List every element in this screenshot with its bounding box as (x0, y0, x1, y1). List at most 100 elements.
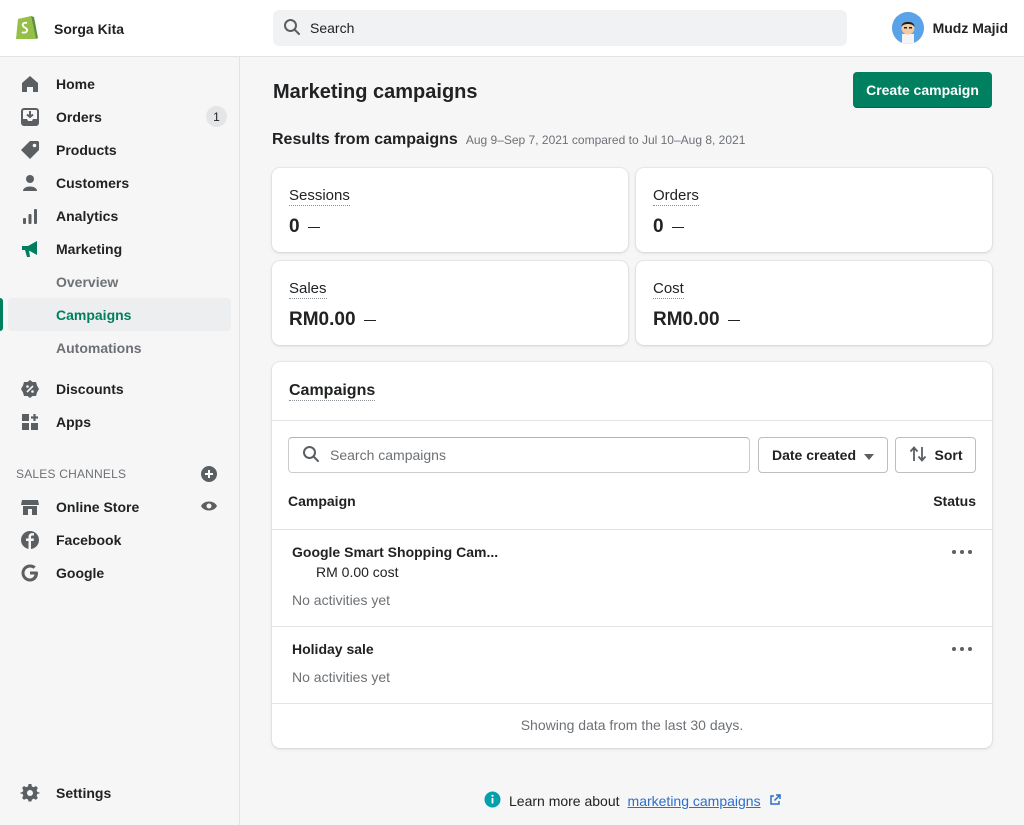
metric-card-sales: Sales RM0.00 (272, 261, 628, 345)
sidebar-item-label: Home (56, 75, 95, 92)
sidebar-item-label: Analytics (56, 207, 119, 224)
metric-label[interactable]: Sales (289, 280, 327, 299)
tag-icon (20, 140, 40, 160)
info-icon (484, 791, 501, 811)
add-sales-channel-button[interactable] (200, 465, 218, 483)
metric-value: RM0.00 (653, 309, 740, 331)
store-icon (20, 497, 40, 517)
google-icon (20, 563, 40, 583)
sidebar-item-google[interactable]: Google (0, 556, 240, 589)
sidebar-item-analytics[interactable]: Analytics (0, 199, 240, 232)
sidebar-item-overview[interactable]: Overview (0, 265, 240, 298)
divider (272, 703, 992, 704)
marketing-campaigns-link[interactable]: marketing campaigns (628, 793, 761, 809)
results-date-range: Aug 9–Sep 7, 2021 compared to Jul 10–Aug… (465, 133, 746, 147)
sidebar-item-apps[interactable]: Apps (0, 405, 240, 438)
global-search-input[interactable]: Search (273, 10, 847, 46)
sidebar-item-products[interactable]: Products (0, 133, 240, 166)
sidebar-item-label: Apps (56, 413, 91, 430)
metric-label[interactable]: Cost (653, 280, 684, 299)
sort-button[interactable]: Sort (895, 437, 976, 473)
sidebar-item-orders[interactable]: Orders 1 (0, 100, 240, 133)
no-change-dash (727, 319, 740, 321)
view-store-eye-icon[interactable] (200, 497, 218, 515)
sidebar-item-label: Products (56, 141, 117, 158)
sales-channels-heading: SALES CHANNELS (16, 467, 127, 481)
metric-card-orders: Orders 0 (636, 168, 992, 252)
sidebar: Home Orders 1 Products Customers Analyti… (0, 57, 240, 825)
sidebar-item-facebook[interactable]: Facebook (0, 523, 240, 556)
sidebar-item-label: Online Store (56, 498, 140, 515)
search-campaigns-input[interactable]: Search campaigns (288, 437, 750, 473)
sidebar-item-discounts[interactable]: Discounts (0, 372, 240, 405)
sidebar-item-campaigns[interactable]: Campaigns (8, 298, 231, 331)
caret-down-icon (864, 447, 875, 463)
megaphone-icon (20, 239, 40, 259)
discount-icon (20, 379, 40, 399)
plus-circle-icon (201, 466, 217, 482)
search-placeholder: Search (310, 20, 355, 36)
campaign-cost: RM 0.00 cost (316, 564, 399, 580)
store-switcher[interactable]: Sorga Kita (14, 12, 124, 45)
campaigns-title[interactable]: Campaigns (289, 382, 376, 401)
external-link-icon[interactable] (769, 793, 781, 809)
sidebar-item-label: Customers (56, 174, 130, 191)
sidebar-item-home[interactable]: Home (0, 67, 240, 100)
more-actions-icon[interactable] (952, 643, 972, 655)
search-icon (283, 18, 301, 39)
facebook-icon (20, 530, 40, 550)
campaign-name[interactable]: Holiday sale (292, 641, 374, 657)
metric-label[interactable]: Sessions (289, 187, 350, 206)
sidebar-item-label: Overview (56, 273, 119, 290)
no-change-dash (671, 226, 684, 228)
apps-grid-icon (20, 412, 40, 432)
active-indicator (0, 298, 3, 331)
sidebar-item-label: Automations (56, 339, 142, 356)
sidebar-item-automations[interactable]: Automations (0, 331, 240, 364)
metric-value: RM0.00 (289, 309, 376, 331)
metric-number: 0 (289, 216, 300, 237)
metric-card-sessions: Sessions 0 (272, 168, 628, 252)
orders-count-badge: 1 (206, 106, 227, 127)
date-filter-label: Date created (771, 447, 857, 463)
search-campaigns-placeholder: Search campaigns (330, 447, 446, 463)
divider (272, 626, 992, 627)
metric-number: 0 (653, 216, 664, 237)
user-name: Mudz Majid (932, 20, 1008, 36)
metric-label[interactable]: Orders (653, 187, 699, 206)
sidebar-item-label: Marketing (56, 240, 123, 257)
divider (272, 529, 992, 530)
learn-more: Learn more about marketing campaigns (484, 791, 781, 811)
shopify-logo-icon (14, 12, 40, 45)
no-change-dash (307, 226, 320, 228)
metric-value: 0 (289, 216, 320, 238)
date-created-dropdown[interactable]: Date created (758, 437, 888, 473)
campaign-name[interactable]: Google Smart Shopping Cam... (292, 544, 498, 560)
divider (272, 420, 992, 421)
create-campaign-button[interactable]: Create campaign (853, 72, 992, 108)
user-menu[interactable]: Mudz Majid (891, 12, 1008, 44)
sidebar-item-settings[interactable]: Settings (0, 776, 240, 809)
sort-arrows-icon (909, 445, 927, 465)
sidebar-item-marketing[interactable]: Marketing (0, 232, 240, 265)
metric-number: RM0.00 (653, 309, 720, 330)
sidebar-item-online-store[interactable]: Online Store (0, 490, 240, 523)
store-name: Sorga Kita (54, 20, 125, 37)
sidebar-item-customers[interactable]: Customers (0, 166, 240, 199)
bar-chart-icon (20, 206, 40, 226)
orders-inbox-icon (20, 107, 40, 127)
sort-label: Sort (934, 447, 963, 463)
campaign-activity: No activities yet (292, 592, 391, 608)
sidebar-item-label: Discounts (56, 380, 124, 397)
sidebar-item-label: Orders (56, 108, 102, 125)
sidebar-item-label: Campaigns (56, 306, 132, 323)
metric-value: 0 (653, 216, 684, 238)
campaign-activity: No activities yet (292, 669, 391, 685)
more-actions-icon[interactable] (952, 546, 972, 558)
person-icon (20, 173, 40, 193)
metric-number: RM0.00 (289, 309, 356, 330)
sidebar-item-label: Settings (56, 784, 112, 801)
column-header-campaign: Campaign (288, 493, 356, 509)
metric-card-cost: Cost RM0.00 (636, 261, 992, 345)
data-range-note: Showing data from the last 30 days. (520, 717, 744, 733)
